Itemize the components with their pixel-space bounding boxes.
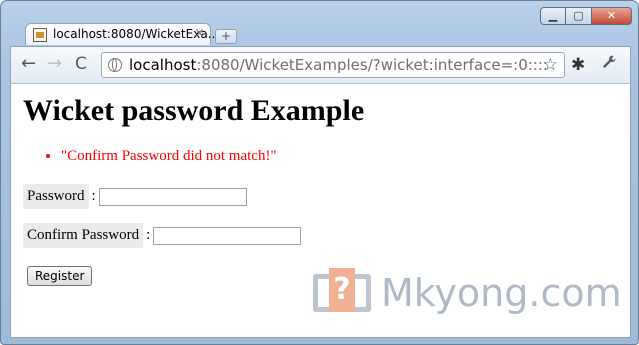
new-tab-button[interactable]: + [215,29,237,44]
password-row: Password : [23,184,247,209]
url-host: localhost [129,56,197,74]
page-title: Wicket password Example [23,94,365,127]
star-icon[interactable]: ☆ [543,55,558,75]
watermark-text: Mkyong.com [381,271,622,315]
title-bar: localhost:8080/WicketExa... × + ▁ ▢ ✕ [1,1,638,45]
confirm-password-row: Confirm Password : [23,223,302,248]
address-bar[interactable]: localhost:8080/WicketExamples/?wicket:in… [101,52,565,78]
window-controls: ▁ ▢ ✕ [540,7,632,25]
url-text: localhost:8080/WicketExamples/?wicket:in… [129,56,548,74]
password-separator: : [91,188,96,204]
browser-toolbar: ← → C localhost:8080/WicketExamples/?wic… [10,46,631,84]
close-window-button[interactable]: ✕ [592,7,632,25]
tab-close-icon[interactable]: × [194,26,205,41]
feedback-panel: "Confirm Password did not match!" [39,148,277,165]
page-viewport: Wicket password Example "Confirm Passwor… [10,84,631,338]
mkyong-logo-icon: ? [313,266,371,320]
register-button[interactable]: Register [27,266,93,286]
maximize-button[interactable]: ▢ [566,7,592,25]
extension-icon[interactable]: ✱ [571,55,585,75]
wrench-icon[interactable] [601,54,617,75]
confirm-password-separator: : [146,227,151,243]
watermark: ? Mkyong.com [313,266,622,320]
forward-icon[interactable]: → [47,54,62,74]
password-input[interactable] [98,187,247,206]
favicon-icon [33,28,47,42]
browser-window: localhost:8080/WicketExa... × + ▁ ▢ ✕ ← … [0,0,639,345]
back-icon[interactable]: ← [21,54,36,74]
reload-icon[interactable]: C [75,54,87,74]
confirm-password-label: Confirm Password [23,223,144,248]
url-path: :8080/WicketExamples/?wicket:interface=:… [196,56,548,74]
globe-icon [108,58,122,72]
confirm-password-input[interactable] [153,226,302,245]
browser-tab[interactable]: localhost:8080/WicketExa... × [25,23,219,45]
feedback-error: "Confirm Password did not match!" [61,148,277,165]
minimize-button[interactable]: ▁ [540,7,566,25]
password-label: Password [23,184,89,209]
